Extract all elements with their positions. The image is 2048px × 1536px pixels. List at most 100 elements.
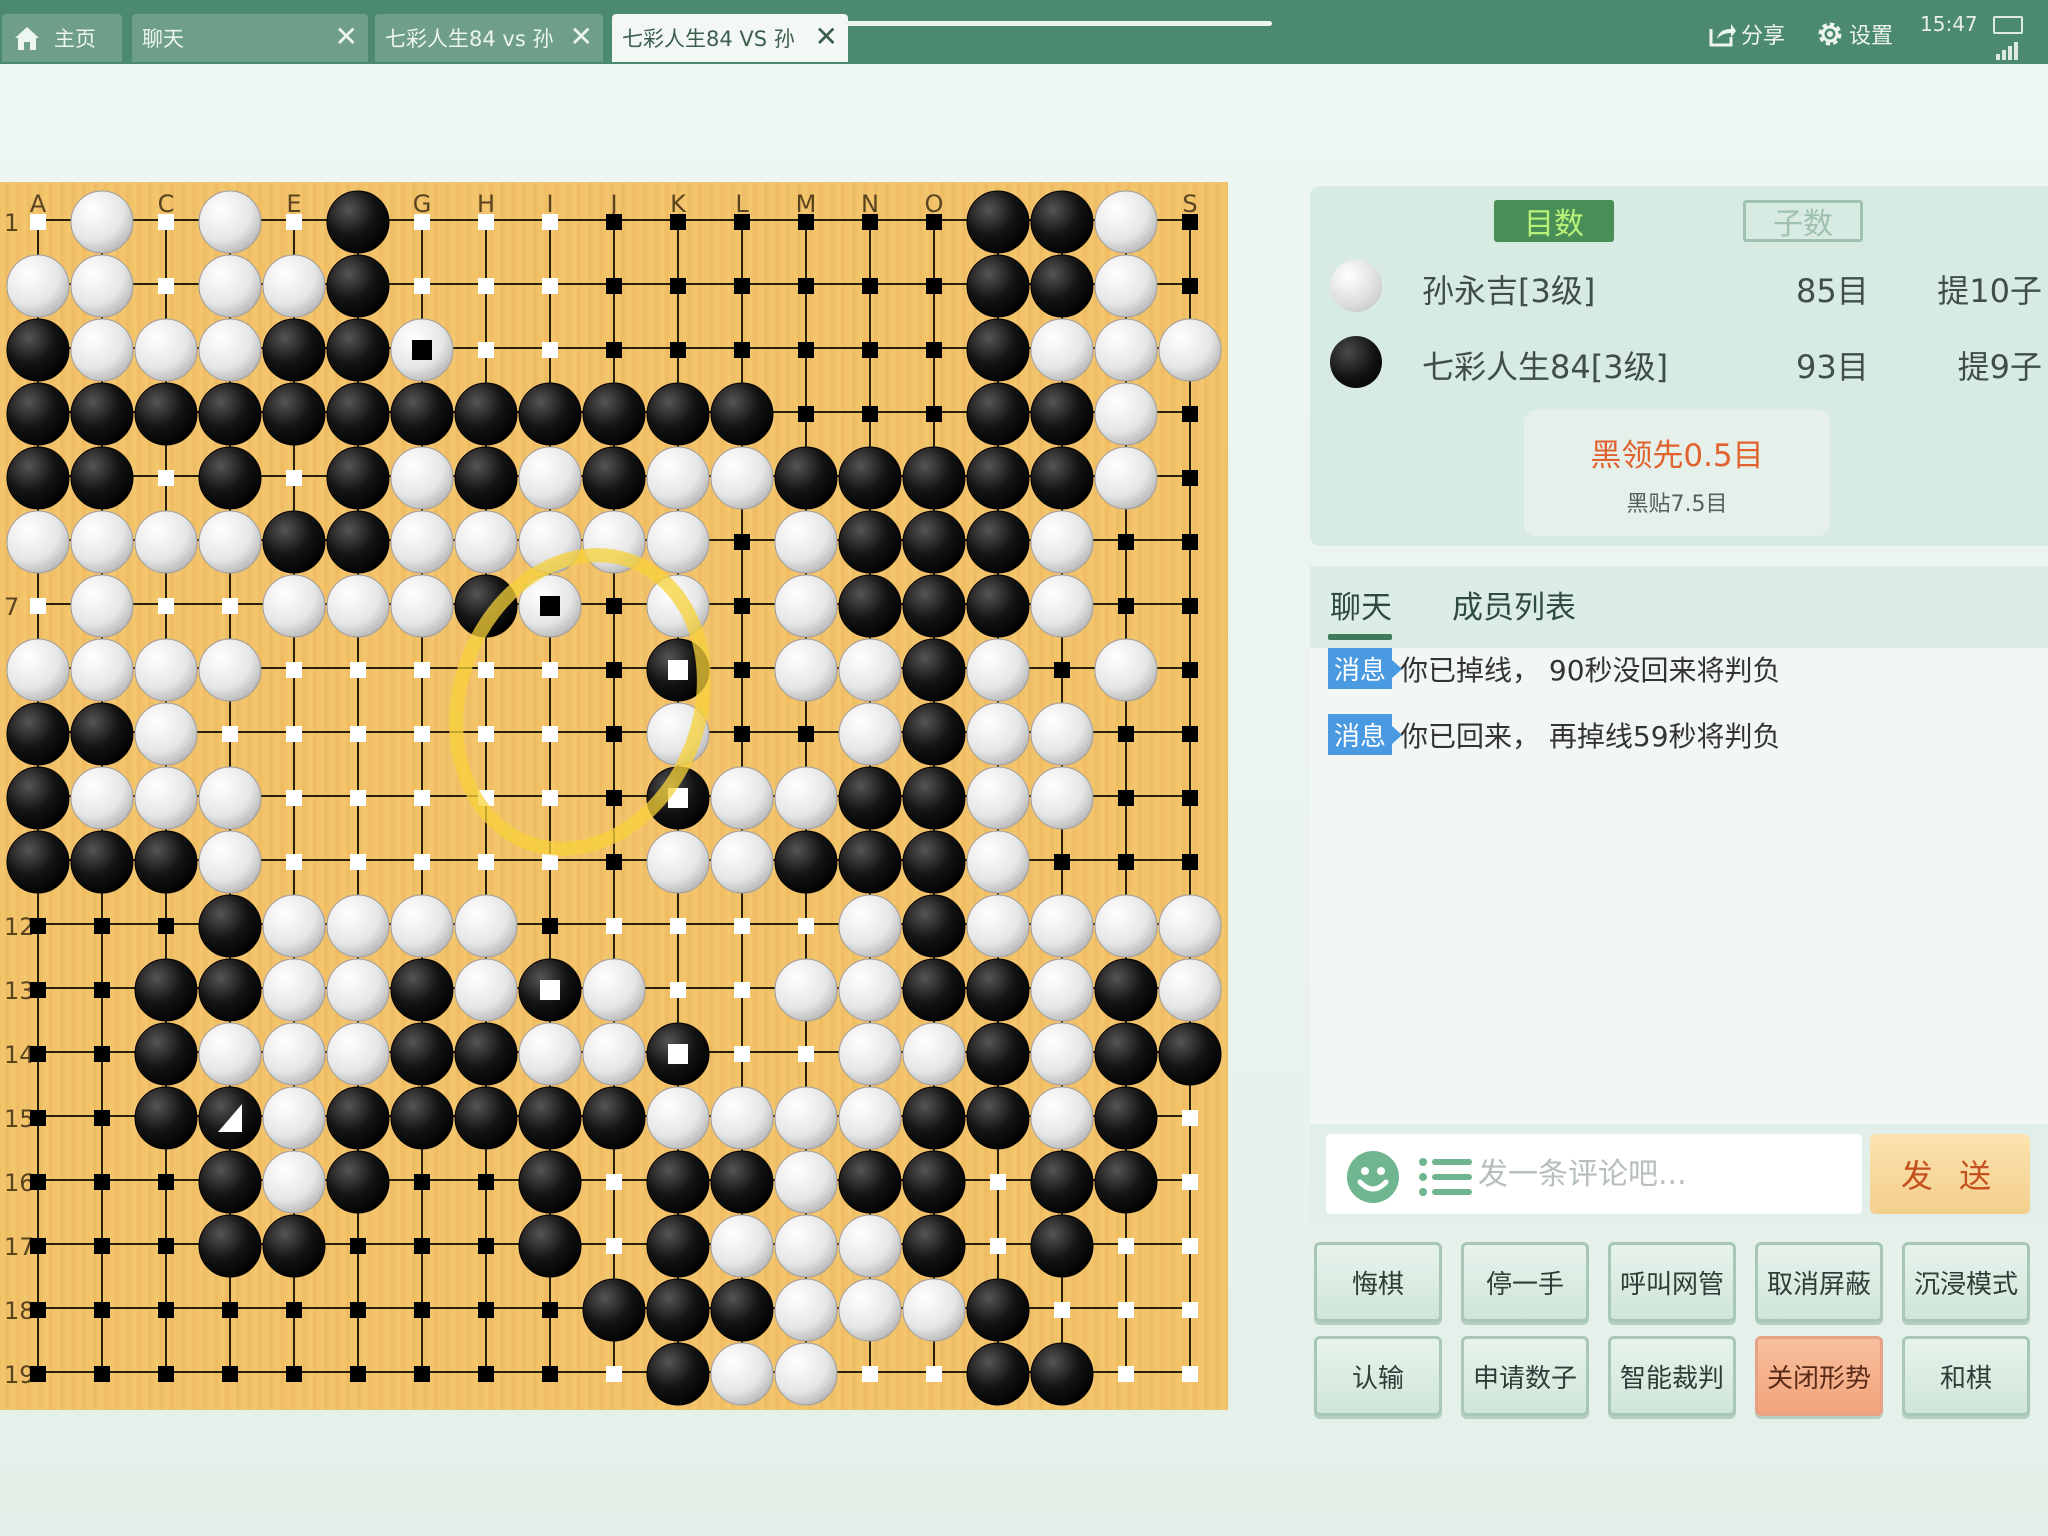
white-stone[interactable] <box>1030 1022 1094 1086</box>
black-stone[interactable] <box>966 446 1030 510</box>
black-stone[interactable] <box>582 1278 646 1342</box>
black-stone[interactable] <box>1158 1022 1222 1086</box>
white-stone[interactable] <box>262 574 326 638</box>
black-stone[interactable] <box>966 510 1030 574</box>
white-stone[interactable] <box>1094 382 1158 446</box>
black-stone[interactable] <box>902 702 966 766</box>
white-stone[interactable] <box>70 638 134 702</box>
white-stone[interactable] <box>838 1022 902 1086</box>
black-stone[interactable] <box>646 1278 710 1342</box>
black-stone[interactable] <box>134 382 198 446</box>
white-stone[interactable] <box>838 638 902 702</box>
white-stone[interactable] <box>710 766 774 830</box>
black-stone[interactable] <box>518 1214 582 1278</box>
black-stone[interactable] <box>390 958 454 1022</box>
white-stone[interactable] <box>838 1278 902 1342</box>
white-stone[interactable] <box>774 1342 838 1406</box>
white-stone[interactable] <box>774 1086 838 1150</box>
white-stone[interactable] <box>262 1022 326 1086</box>
black-stone[interactable] <box>902 766 966 830</box>
white-stone[interactable] <box>1030 1086 1094 1150</box>
white-stone[interactable] <box>838 1214 902 1278</box>
white-stone[interactable] <box>710 830 774 894</box>
send-button[interactable]: 发 送 <box>1870 1134 2030 1214</box>
white-stone[interactable] <box>198 1022 262 1086</box>
black-stone[interactable] <box>966 574 1030 638</box>
black-stone[interactable] <box>454 1086 518 1150</box>
white-stone[interactable] <box>198 830 262 894</box>
black-stone[interactable] <box>838 830 902 894</box>
white-stone[interactable] <box>6 638 70 702</box>
black-stone[interactable] <box>902 446 966 510</box>
black-stone[interactable] <box>966 1022 1030 1086</box>
white-stone[interactable] <box>966 638 1030 702</box>
white-stone[interactable] <box>326 1022 390 1086</box>
white-stone[interactable] <box>710 1214 774 1278</box>
white-stone[interactable] <box>262 254 326 318</box>
black-stone[interactable] <box>6 382 70 446</box>
black-stone[interactable] <box>1030 190 1094 254</box>
black-stone[interactable] <box>966 318 1030 382</box>
black-stone[interactable] <box>198 446 262 510</box>
white-stone[interactable] <box>582 958 646 1022</box>
white-stone[interactable] <box>1030 510 1094 574</box>
white-stone[interactable] <box>454 510 518 574</box>
white-stone[interactable] <box>1158 894 1222 958</box>
black-stone[interactable] <box>710 1150 774 1214</box>
white-stone[interactable] <box>390 574 454 638</box>
black-stone[interactable] <box>326 382 390 446</box>
black-stone[interactable] <box>518 1086 582 1150</box>
white-stone[interactable] <box>838 958 902 1022</box>
immersive-mode-button[interactable]: 沉浸模式 <box>1902 1242 2030 1322</box>
white-stone[interactable] <box>134 638 198 702</box>
white-stone[interactable] <box>646 446 710 510</box>
black-stone[interactable] <box>70 446 134 510</box>
white-stone[interactable] <box>262 894 326 958</box>
white-stone[interactable] <box>966 766 1030 830</box>
tab-game-2[interactable]: 七彩人生84 VS 孙 ✕ <box>612 14 848 62</box>
white-stone[interactable] <box>518 446 582 510</box>
white-stone[interactable] <box>1094 446 1158 510</box>
tab-home[interactable]: 主页 <box>2 14 122 62</box>
black-stone[interactable] <box>838 446 902 510</box>
black-stone[interactable] <box>6 446 70 510</box>
black-stone[interactable] <box>1094 958 1158 1022</box>
black-stone[interactable] <box>902 894 966 958</box>
black-stone[interactable] <box>518 382 582 446</box>
black-stone[interactable] <box>646 1150 710 1214</box>
white-stone[interactable] <box>518 1022 582 1086</box>
white-stone[interactable] <box>774 958 838 1022</box>
count-mode-moku-tab[interactable]: 目数 <box>1494 200 1614 242</box>
black-stone[interactable] <box>518 1150 582 1214</box>
white-stone[interactable] <box>710 1342 774 1406</box>
black-stone[interactable] <box>1030 382 1094 446</box>
white-stone[interactable] <box>134 510 198 574</box>
white-stone[interactable] <box>198 510 262 574</box>
black-stone[interactable] <box>454 382 518 446</box>
white-stone[interactable] <box>646 1086 710 1150</box>
white-stone[interactable] <box>70 510 134 574</box>
black-stone[interactable] <box>390 1022 454 1086</box>
black-stone[interactable] <box>582 446 646 510</box>
white-stone[interactable] <box>902 1278 966 1342</box>
settings-button[interactable]: 设置 <box>1815 18 1893 50</box>
black-stone[interactable] <box>838 510 902 574</box>
black-stone[interactable] <box>710 1278 774 1342</box>
black-stone[interactable] <box>582 1086 646 1150</box>
white-stone[interactable] <box>838 702 902 766</box>
white-stone[interactable] <box>646 830 710 894</box>
black-stone[interactable] <box>710 382 774 446</box>
white-stone[interactable] <box>262 958 326 1022</box>
black-stone[interactable] <box>326 318 390 382</box>
black-stone[interactable] <box>1030 1214 1094 1278</box>
white-stone[interactable] <box>70 190 134 254</box>
close-situation-button[interactable]: 关闭形势 <box>1755 1336 1883 1416</box>
white-stone[interactable] <box>262 1086 326 1150</box>
black-stone[interactable] <box>902 510 966 574</box>
board-grid[interactable]: A C E G H I J K L M N O S171213141516171819 <box>0 182 1228 1410</box>
black-stone[interactable] <box>1030 446 1094 510</box>
close-icon[interactable]: ✕ <box>815 22 838 52</box>
emoji-icon[interactable] <box>1346 1150 1400 1204</box>
black-stone[interactable] <box>198 382 262 446</box>
black-stone[interactable] <box>902 1214 966 1278</box>
